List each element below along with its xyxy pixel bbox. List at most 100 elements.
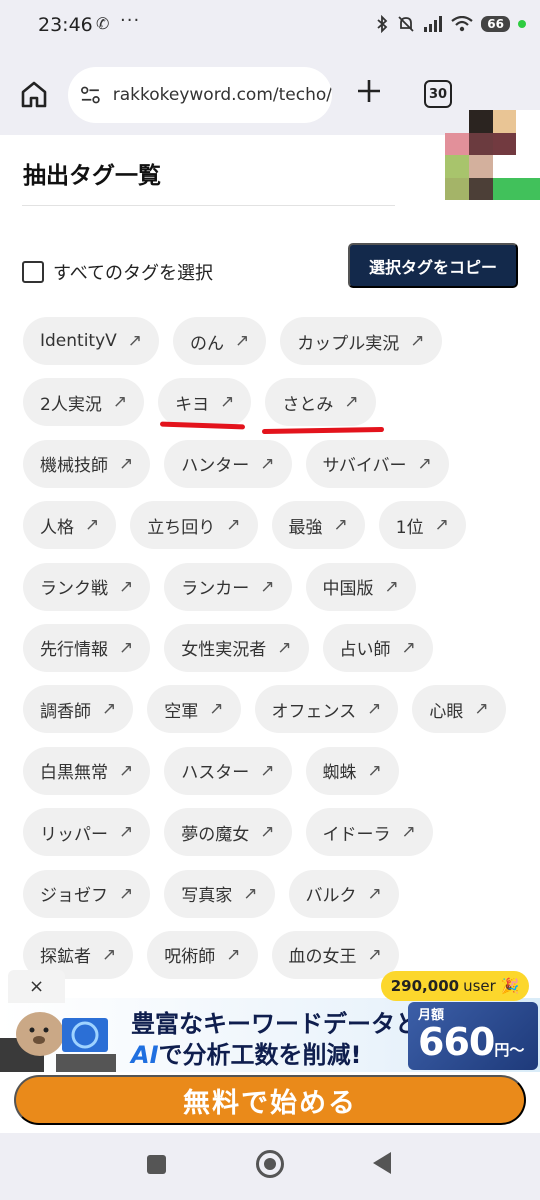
external-arrow-icon: ↗ [367,883,382,904]
recent-apps-icon[interactable] [147,1155,166,1174]
mascot-illustration [0,1012,116,1072]
start-free-button[interactable]: 無料で始める [14,1075,526,1125]
tag-chip[interactable]: ジョゼフ ↗ [23,869,151,918]
ad-ai-text: AI [131,1041,159,1069]
home-icon[interactable] [18,78,50,110]
tag-chip[interactable]: 血の女王 ↗ [271,930,399,979]
user-count-badge: 290,000 user 🎉 [381,971,529,1001]
select-all-label: すべてのタグを選択 [53,263,214,284]
ad-headline-1: 豊富なキーワードデータと [131,1010,419,1038]
tag-row: 人格 ↗ 立ち回り ↗ 最強 ↗ 1位 ↗ [23,501,523,550]
status-bar: 23:46 ✆ ··· 66 [0,0,540,50]
tag-label: カップル実況 [297,333,400,354]
tag-chip[interactable]: ランク戦 ↗ [23,562,151,611]
tag-chip[interactable]: ハンター ↗ [164,439,292,488]
tag-chip[interactable]: 2人実況 ↗ [23,378,145,427]
tag-label: キヨ [175,394,210,415]
tag-chip[interactable]: のん ↗ [173,317,267,365]
tag-chip[interactable]: 調香師 ↗ [23,685,134,734]
tag-chip[interactable]: 中国版 ↗ [305,562,416,611]
tag-label: 1位 [395,517,424,538]
tag-label: リッパー [40,824,108,845]
tag-chip[interactable]: バルク ↗ [288,869,399,918]
external-arrow-icon: ↗ [367,699,382,720]
external-arrow-icon: ↗ [260,576,275,597]
tag-chip[interactable]: 人格 ↗ [23,501,117,550]
tag-chip[interactable]: IdentityV ↗ [23,317,160,365]
select-all-checkbox[interactable] [22,261,44,283]
mosaic-thumbnail [445,110,540,200]
divider [22,205,395,206]
external-arrow-icon: ↗ [127,331,143,351]
external-arrow-icon: ↗ [333,515,348,536]
new-tab-icon[interactable] [352,74,386,108]
tag-chip[interactable]: さとみ ↗ [265,378,376,427]
tag-chip[interactable]: キヨ ↗ [158,378,252,427]
tag-chip[interactable]: 心眼 ↗ [412,685,506,734]
external-arrow-icon: ↗ [243,883,258,904]
battery-icon: 66 [481,16,510,32]
external-arrow-icon: ↗ [220,392,235,413]
status-icons: 66 [375,12,526,36]
phone-icon: ✆ [96,14,110,33]
tag-chip[interactable]: 立ち回り ↗ [130,501,258,550]
tag-chip[interactable]: イドーラ ↗ [305,808,433,857]
tab-switcher-icon[interactable]: 30 [424,80,452,108]
select-all-control[interactable]: すべてのタグを選択 [22,259,213,285]
tag-row: リッパー ↗ 夢の魔女 ↗ イドーラ ↗ [23,808,523,857]
external-arrow-icon: ↗ [235,331,250,351]
tag-chip[interactable]: リッパー ↗ [23,808,151,857]
ad-headline-2-text: で分析工数を削減! [158,1041,362,1069]
price-box: 月額 660円〜 [408,1002,538,1070]
tag-row: 機械技師 ↗ ハンター ↗ サバイバー ↗ [23,439,523,488]
tag-chip[interactable]: オフェンス ↗ [254,685,399,734]
external-arrow-icon: ↗ [119,576,134,597]
tag-chip[interactable]: 最強 ↗ [271,501,365,550]
tag-label: 女性実況者 [181,640,267,661]
address-bar[interactable]: rakkokeyword.com/techo/ [68,67,332,123]
tag-row: 2人実況 ↗ キヨ ↗ さとみ ↗ [23,378,523,427]
back-icon[interactable] [373,1152,391,1174]
tag-chip[interactable]: 1位 ↗ [378,501,466,550]
tag-chip[interactable]: カップル実況 ↗ [280,317,442,365]
tag-label: 先行情報 [40,640,108,661]
tag-chip[interactable]: 空軍 ↗ [147,685,241,734]
tag-chip[interactable]: 白黒無常 ↗ [23,746,151,795]
external-arrow-icon: ↗ [112,392,128,413]
tag-chip[interactable]: ハスター ↗ [164,746,292,795]
tag-label: ランク戦 [40,579,108,600]
tag-label: 機械技師 [40,456,108,477]
tag-row: ランク戦 ↗ ランカー ↗ 中国版 ↗ [23,562,523,611]
external-arrow-icon: ↗ [367,944,382,965]
privacy-indicator-icon [518,20,526,28]
tag-label: 写真家 [181,886,233,907]
external-arrow-icon: ↗ [401,637,416,658]
site-settings-icon[interactable] [80,84,101,106]
external-arrow-icon: ↗ [434,515,449,536]
tag-chip[interactable]: サバイバー ↗ [305,439,449,488]
tag-chip[interactable]: 夢の魔女 ↗ [164,808,292,857]
ad-close-button[interactable]: × [8,970,65,1003]
external-arrow-icon: ↗ [260,453,275,474]
tag-label: 占い師 [339,640,391,661]
home-circle-icon[interactable] [256,1150,284,1178]
tag-chip[interactable]: ランカー ↗ [164,562,292,611]
external-arrow-icon: ↗ [260,822,275,843]
tag-label: IdentityV [40,331,117,351]
tag-chip[interactable]: 機械技師 ↗ [23,439,151,488]
tag-chip[interactable]: 写真家 ↗ [164,869,275,918]
external-arrow-icon: ↗ [226,515,241,536]
tag-chip[interactable]: 蜘蛛 ↗ [305,746,399,795]
status-time: 23:46 [38,14,93,36]
tag-chip[interactable]: 呪術師 ↗ [147,930,258,979]
tag-label: 立ち回り [147,517,216,538]
copy-selected-tags-button[interactable]: 選択タグをコピー [348,243,518,288]
tag-chip[interactable]: 占い師 ↗ [322,623,433,672]
tag-chip[interactable]: 先行情報 ↗ [23,623,151,672]
signal-icon [424,16,443,32]
tag-chip[interactable]: 女性実況者 ↗ [164,623,309,672]
external-arrow-icon: ↗ [277,637,292,658]
price-number: 660 [418,1020,495,1064]
external-arrow-icon: ↗ [384,576,399,597]
tag-row: 白黒無常 ↗ ハスター ↗ 蜘蛛 ↗ [23,746,523,795]
